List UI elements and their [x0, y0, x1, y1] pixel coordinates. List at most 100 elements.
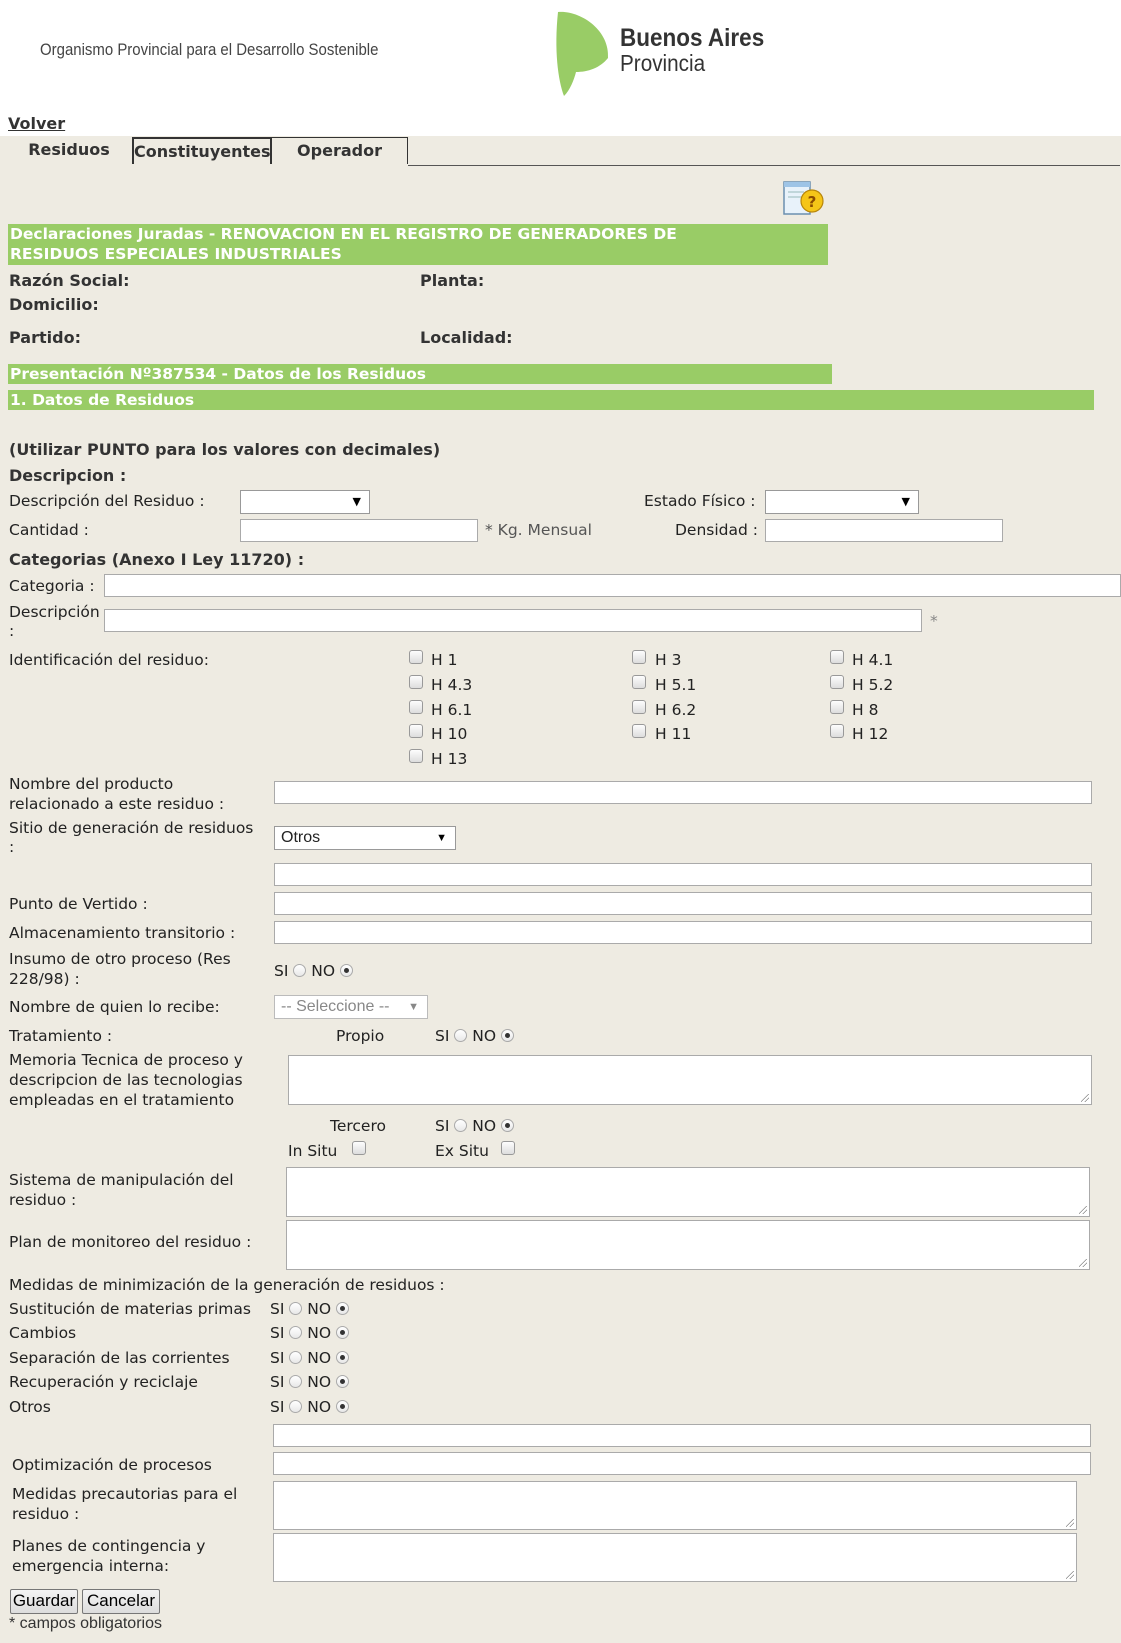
cancel-button[interactable]: Cancelar: [82, 1589, 160, 1614]
checkbox-h4-1[interactable]: [830, 650, 844, 664]
minimizacion-item-recuperacion: Recuperación y reciclaje: [9, 1373, 198, 1391]
precautorias-textarea[interactable]: [273, 1481, 1077, 1530]
propio-label: Propio: [336, 1027, 385, 1045]
categorias-heading: Categorias (Anexo I Ley 11720) :: [9, 550, 305, 569]
monitoreo-textarea[interactable]: [286, 1220, 1090, 1270]
back-link[interactable]: Volver: [8, 114, 65, 133]
descripcion-label-colon: :: [9, 622, 15, 640]
sitio-select[interactable]: Otros ▼: [274, 826, 456, 850]
radio-label-si: SI: [270, 1300, 285, 1318]
planta-label: Planta:: [420, 271, 485, 290]
checkbox-h1[interactable]: [409, 650, 423, 664]
org-name: Organismo Provincial para el Desarrollo …: [40, 40, 379, 59]
tercero-radio-no[interactable]: [501, 1119, 515, 1132]
descripcion-residuo-select[interactable]: ▼: [240, 490, 370, 514]
separacion-radio-no[interactable]: [336, 1351, 350, 1364]
checkbox-label-h8: H 8: [852, 701, 879, 719]
cantidad-label: Cantidad :: [9, 521, 89, 539]
insumo-label-2: 228/98) :: [9, 970, 80, 988]
descripcion-residuo-label: Descripción del Residuo :: [9, 492, 205, 510]
checkbox-h12[interactable]: [830, 724, 844, 738]
checkbox-h8[interactable]: [830, 700, 844, 714]
partido-label: Partido:: [9, 328, 81, 347]
ex-situ-checkbox[interactable]: [501, 1141, 515, 1155]
logo-title: Buenos Aires: [620, 24, 765, 52]
checkbox-h5-1[interactable]: [632, 675, 646, 689]
tab-constituyentes[interactable]: Constituyentes: [132, 137, 272, 164]
checkbox-h11[interactable]: [632, 724, 646, 738]
resize-grip-icon[interactable]: [1079, 1259, 1087, 1267]
densidad-input[interactable]: [765, 519, 1003, 542]
tab-operador[interactable]: Operador: [272, 137, 408, 164]
insumo-radio-no[interactable]: [340, 964, 354, 977]
recuperacion-radio-si[interactable]: [289, 1375, 303, 1388]
cambios-radio-no[interactable]: [336, 1326, 350, 1339]
radio-label-no: NO: [307, 1324, 332, 1342]
sustitucion-radio-si[interactable]: [289, 1302, 303, 1315]
separacion-radio-si[interactable]: [289, 1351, 303, 1364]
save-button[interactable]: Guardar: [10, 1589, 78, 1614]
insumo-radio-si[interactable]: [293, 964, 307, 977]
memoria-textarea[interactable]: [288, 1055, 1092, 1105]
otros-radio-si[interactable]: [289, 1400, 303, 1413]
categoria-input[interactable]: [104, 574, 1121, 597]
checkbox-label-h5-1: H 5.1: [655, 676, 697, 694]
otros-radio-no[interactable]: [336, 1400, 350, 1413]
checkbox-h10[interactable]: [409, 724, 423, 738]
tercero-radio-si[interactable]: [454, 1119, 468, 1132]
checkbox-h13[interactable]: [409, 749, 423, 763]
svg-text:?: ?: [808, 193, 817, 211]
estado-fisico-select[interactable]: ▼: [765, 490, 919, 514]
otros-radio-group: SI NO: [270, 1398, 350, 1416]
radio-label-no: NO: [311, 962, 336, 980]
insumo-radio-group: SI NO: [274, 962, 354, 980]
tab-underline: [408, 165, 1120, 166]
propio-radio-si[interactable]: [454, 1029, 468, 1042]
in-situ-checkbox[interactable]: [352, 1141, 366, 1155]
contingencia-textarea[interactable]: [273, 1533, 1077, 1582]
minimizacion-item-separacion: Separación de las corrientes: [9, 1349, 230, 1367]
radio-label-no: NO: [307, 1373, 332, 1391]
checkbox-h6-1[interactable]: [409, 700, 423, 714]
help-question-icon[interactable]: ?: [782, 180, 826, 216]
checkbox-h4-3[interactable]: [409, 675, 423, 689]
manipulacion-textarea[interactable]: [286, 1167, 1090, 1217]
resize-grip-icon[interactable]: [1066, 1571, 1074, 1579]
producto-label-2: relacionado a este residuo :: [9, 795, 225, 813]
recuperacion-radio-no[interactable]: [336, 1375, 350, 1388]
sitio-otros-input[interactable]: [274, 863, 1092, 886]
tercero-label: Tercero: [330, 1117, 386, 1135]
cantidad-input[interactable]: [240, 519, 478, 542]
chevron-down-icon: ▼: [901, 495, 910, 508]
minimizacion-heading: Medidas de minimización de la generación…: [9, 1276, 445, 1294]
resize-grip-icon[interactable]: [1079, 1206, 1087, 1214]
producto-input[interactable]: [274, 781, 1092, 804]
punto-vertido-input[interactable]: [274, 892, 1092, 915]
optimizacion-label: Optimización de procesos: [12, 1456, 212, 1474]
cambios-radio-si[interactable]: [289, 1326, 303, 1339]
descripcion-input[interactable]: [104, 609, 922, 632]
propio-radio-group: SI NO: [435, 1027, 515, 1045]
radio-label-si: SI: [270, 1349, 285, 1367]
minimizacion-item-cambios: Cambios: [9, 1324, 77, 1342]
sustitucion-radio-no[interactable]: [336, 1302, 350, 1315]
almacenamiento-input[interactable]: [274, 921, 1092, 944]
recibe-select[interactable]: -- Seleccione -- ▼: [274, 995, 428, 1019]
checkbox-h5-2[interactable]: [830, 675, 844, 689]
checkbox-label-h10: H 10: [431, 725, 468, 743]
tab-residuos[interactable]: Residuos: [8, 137, 130, 164]
radio-label-si: SI: [274, 962, 289, 980]
radio-label-no: NO: [472, 1027, 497, 1045]
otros-input[interactable]: [273, 1424, 1091, 1447]
checkbox-label-h4-1: H 4.1: [852, 651, 894, 669]
resize-grip-icon[interactable]: [1081, 1094, 1089, 1102]
radio-label-no: NO: [472, 1117, 497, 1135]
sitio-select-value: Otros: [281, 829, 321, 846]
checkbox-label-h6-1: H 6.1: [431, 701, 473, 719]
checkbox-h6-2[interactable]: [632, 700, 646, 714]
presentacion-banner: Presentación Nº387534 - Datos de los Res…: [8, 364, 832, 384]
checkbox-h3[interactable]: [632, 650, 646, 664]
resize-grip-icon[interactable]: [1066, 1519, 1074, 1527]
optimizacion-input[interactable]: [273, 1452, 1091, 1475]
propio-radio-no[interactable]: [501, 1029, 515, 1042]
